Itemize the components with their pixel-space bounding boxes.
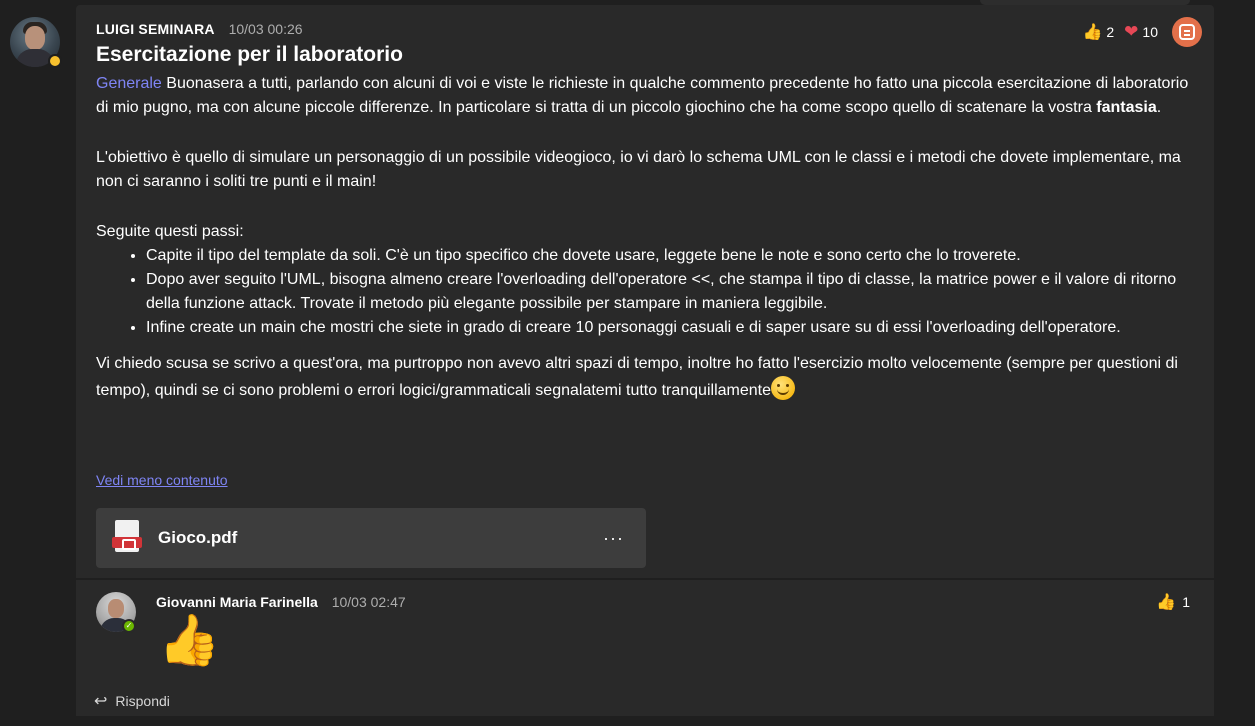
channel-mention[interactable]: Generale	[96, 75, 162, 92]
loop-inner-glyph	[1179, 24, 1195, 40]
heart-reaction[interactable]: ❤ 10	[1124, 22, 1158, 42]
reply-arrow-icon: ↩	[94, 693, 108, 710]
like-icon: 👍	[1082, 24, 1103, 41]
list-item: Dopo aver seguito l'UML, bisogna almeno …	[146, 268, 1196, 316]
post-card: LUIGI SEMINARA 10/03 00:26 Esercitazione…	[76, 5, 1214, 578]
like-reaction[interactable]: 👍 2	[1082, 22, 1114, 42]
file-attachment-card[interactable]: Gioco.pdf ···	[96, 508, 646, 568]
post-paragraph-2: L'obiettivo è quello di simulare un pers…	[96, 149, 1181, 190]
reply-button[interactable]: ↩ Rispondi	[94, 691, 170, 711]
reply-like-reaction[interactable]: 👍 1	[1156, 592, 1190, 612]
reply-thumbs-up-emoji: 👍	[158, 612, 221, 668]
reply-button-label: Rispondi	[115, 693, 170, 709]
show-less-link[interactable]: Vedi meno contenuto	[96, 472, 228, 488]
paragraph-1-text: Buonasera a tutti, parlando con alcuni d…	[96, 75, 1189, 116]
pdf-band-shape	[112, 537, 142, 550]
avatar-face	[25, 26, 45, 50]
post-title: Esercitazione per il laboratorio	[96, 43, 403, 66]
reply-author-name[interactable]: Giovanni Maria Farinella	[156, 594, 318, 610]
paragraph-4-text: Vi chiedo scusa se scrivo a quest'ora, m…	[96, 355, 1178, 399]
paragraph-1-end: .	[1156, 99, 1162, 116]
heart-count: 10	[1142, 24, 1158, 40]
paragraph-1-bold: fantasia	[1096, 99, 1157, 116]
heart-icon: ❤	[1124, 22, 1139, 41]
post-paragraph-3: Seguite questi passi:	[96, 223, 244, 240]
post-reactions: 👍 2 ❤ 10	[1082, 17, 1202, 47]
post-body: Generale Buonasera a tutti, parlando con…	[96, 72, 1196, 403]
more-options-button[interactable]: ···	[603, 528, 624, 549]
smile-emoji-icon	[770, 376, 795, 400]
post-author-name[interactable]: LUIGI SEMINARA	[96, 21, 215, 37]
avatar-face	[108, 599, 124, 618]
reply-header: Giovanni Maria Farinella 10/03 02:47	[156, 594, 406, 610]
post-header: LUIGI SEMINARA 10/03 00:26	[96, 21, 303, 37]
post-timestamp: 10/03 00:26	[228, 21, 303, 37]
loop-component-icon[interactable]	[1172, 17, 1202, 47]
post-paragraph-4: Vi chiedo scusa se scrivo a quest'ora, m…	[96, 352, 1196, 403]
reply-like-count: 1	[1182, 594, 1190, 610]
attachment-file-name[interactable]: Gioco.pdf	[158, 528, 237, 548]
list-item: Infine create un main che mostri che sie…	[146, 316, 1196, 340]
post-paragraph-1: Generale Buonasera a tutti, parlando con…	[96, 72, 1196, 120]
presence-away-icon	[48, 54, 62, 68]
list-item: Capite il tipo del template da soli. C'è…	[146, 244, 1196, 268]
steps-list: Capite il tipo del template da soli. C'è…	[96, 244, 1196, 340]
like-count: 2	[1106, 24, 1115, 40]
like-icon: 👍	[1156, 594, 1177, 611]
pdf-file-icon	[112, 520, 142, 556]
presence-available-icon	[122, 619, 136, 633]
reply-card: Giovanni Maria Farinella 10/03 02:47 👍 1…	[76, 580, 1214, 716]
reply-timestamp: 10/03 02:47	[331, 594, 406, 610]
